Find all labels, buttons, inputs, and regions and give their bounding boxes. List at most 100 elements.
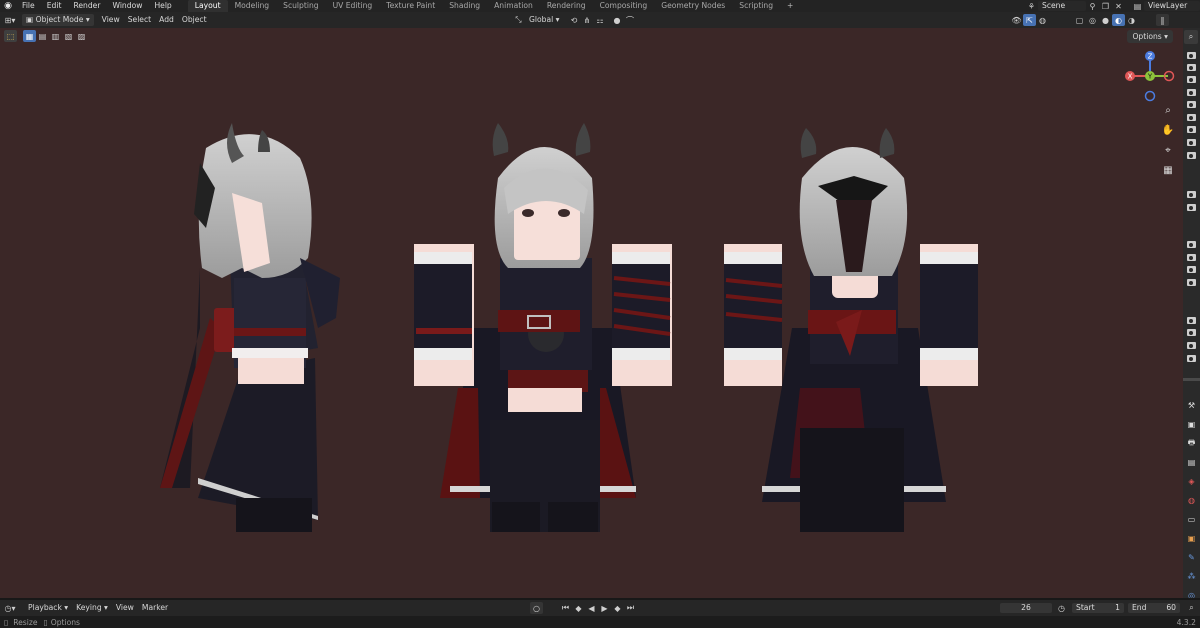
keying-menu[interactable]: Keying ▾ [72,602,112,614]
jump-start-icon[interactable]: ⏮ [559,602,572,614]
3d-viewport[interactable]: ⬚ ▦ ▤ ▥ ▧ ▨ Options ▾ Z X Y ⌕ ✋ ⌖ ▦ [0,28,1183,598]
modifier-tab-icon[interactable]: ✎ [1183,548,1200,567]
view-layer-tab-icon[interactable]: ▤ [1183,453,1200,472]
snap-icon[interactable]: ⋔ [580,14,593,26]
orientation-dropdown[interactable]: Global ▾ [525,14,563,26]
navigation-gizmo[interactable]: Z X Y [1124,50,1179,105]
render-camera-icon[interactable] [1187,191,1196,198]
scene-name-field[interactable]: Scene [1038,1,1086,11]
current-frame-field[interactable]: 26 [1000,603,1052,613]
render-camera-icon[interactable] [1187,64,1196,71]
render-camera-icon[interactable] [1187,52,1196,59]
character-front-view[interactable] [414,123,672,532]
world-tab-icon[interactable]: ◍ [1183,491,1200,510]
camera-view-icon[interactable]: ⌖ [1160,142,1176,158]
menu-render[interactable]: Render [67,0,106,12]
play-reverse-icon[interactable]: ◀ [585,602,598,614]
tab-layout[interactable]: Layout [187,0,228,12]
menu-edit[interactable]: Edit [41,0,68,12]
render-camera-icon[interactable] [1187,89,1196,96]
overlay-toggle-icon[interactable]: ◍ [1036,14,1049,26]
add-workspace-button[interactable]: + [780,0,800,12]
blender-logo-icon[interactable]: ◉ [0,1,16,11]
xray-icon[interactable]: ▢ [1073,14,1086,26]
render-camera-icon[interactable] [1187,114,1196,121]
gizmo-neg-z-handle[interactable] [1144,90,1156,102]
outliner-divider[interactable] [1183,378,1200,381]
render-camera-icon[interactable] [1187,76,1196,83]
shading-wireframe-icon[interactable]: ◎ [1086,14,1099,26]
playback-menu[interactable]: Playback ▾ [24,602,72,614]
render-camera-icon[interactable] [1187,355,1196,362]
falloff-icon[interactable]: ⌒ [623,14,636,26]
outliner-filter-icon[interactable]: ⌕ [1184,30,1198,44]
orientation-icon[interactable]: ⤡ [512,14,525,26]
jump-end-icon[interactable]: ⏭ [624,602,637,614]
render-tab-icon[interactable]: ▣ [1183,415,1200,434]
view-layer-icon[interactable]: ▤ [1131,0,1144,12]
tab-geometry-nodes[interactable]: Geometry Nodes [654,0,732,12]
render-camera-icon[interactable] [1187,254,1196,261]
play-icon[interactable]: ▶ [598,602,611,614]
menu-object[interactable]: Object [178,14,211,26]
tab-compositing[interactable]: Compositing [593,0,655,12]
scene-tab-icon[interactable]: ◈ [1183,472,1200,491]
render-camera-icon[interactable] [1187,317,1196,324]
marker-menu[interactable]: Marker [138,602,172,614]
proportional-edit-icon[interactable]: ● [610,14,623,26]
new-scene-icon[interactable]: ❐ [1099,0,1112,12]
zoom-icon[interactable]: ⌕ [1160,102,1176,118]
render-camera-icon[interactable] [1187,139,1196,146]
mode-dropdown[interactable]: ▣ Object Mode ▾ [22,14,94,26]
clock-icon[interactable]: ◷ [1055,602,1068,614]
menu-view[interactable]: View [98,14,124,26]
visibility-icon[interactable]: 👁 [1010,14,1023,26]
start-frame-field[interactable]: Start 1 [1072,603,1124,613]
tab-sculpting[interactable]: Sculpting [276,0,325,12]
collection-tab-icon[interactable]: ▭ [1183,510,1200,529]
menu-file[interactable]: File [16,0,41,12]
timeline-search-icon[interactable]: ⌕ [1185,602,1198,614]
menu-window[interactable]: Window [106,0,148,12]
output-tab-icon[interactable]: 🖶 [1183,434,1200,453]
object-tab-icon[interactable]: ▣ [1183,529,1200,548]
tab-rendering[interactable]: Rendering [540,0,593,12]
character-back-view[interactable] [724,128,978,532]
render-camera-icon[interactable] [1187,266,1196,273]
render-camera-icon[interactable] [1187,152,1196,159]
timeline-view-menu[interactable]: View [112,602,138,614]
menu-add[interactable]: Add [155,14,178,26]
view-layer-field[interactable]: ViewLayer [1144,1,1200,11]
perspective-grid-icon[interactable]: ▦ [1160,162,1176,178]
shading-solid-icon[interactable]: ● [1099,14,1112,26]
shading-material-icon[interactable]: ◐ [1112,14,1125,26]
snap-settings-icon[interactable]: ⚏ [593,14,606,26]
particles-tab-icon[interactable]: ⁂ [1183,567,1200,586]
jump-next-keyframe-icon[interactable]: ◆ [611,602,624,614]
pan-hand-icon[interactable]: ✋ [1160,122,1176,138]
render-camera-icon[interactable] [1187,329,1196,336]
menu-help[interactable]: Help [148,0,177,12]
character-side-view[interactable] [160,123,340,532]
jump-prev-keyframe-icon[interactable]: ◆ [572,602,585,614]
pin-icon[interactable]: ⚲ [1086,0,1099,12]
gizmo-toggle-icon[interactable]: ⇱ [1023,14,1036,26]
tab-uv-editing[interactable]: UV Editing [326,0,380,12]
timeline-editor-type-icon[interactable]: ◷▾ [2,602,18,614]
render-camera-icon[interactable] [1187,342,1196,349]
render-camera-icon[interactable] [1187,279,1196,286]
auto-keying-icon[interactable]: ○ [530,602,543,614]
tool-tab-icon[interactable]: ⚒ [1183,396,1200,415]
render-camera-icon[interactable] [1187,204,1196,211]
render-camera-icon[interactable] [1187,241,1196,248]
tab-shading[interactable]: Shading [442,0,487,12]
delete-scene-icon[interactable]: ✕ [1112,0,1125,12]
pivot-icon[interactable]: ⟲ [567,14,580,26]
tab-animation[interactable]: Animation [487,0,540,12]
tab-scripting[interactable]: Scripting [732,0,780,12]
pause-icon[interactable]: ‖ [1156,14,1169,26]
shading-rendered-icon[interactable]: ◑ [1125,14,1138,26]
scene-icon[interactable]: ⚘ [1025,0,1038,12]
tab-texture-paint[interactable]: Texture Paint [379,0,442,12]
render-camera-icon[interactable] [1187,101,1196,108]
